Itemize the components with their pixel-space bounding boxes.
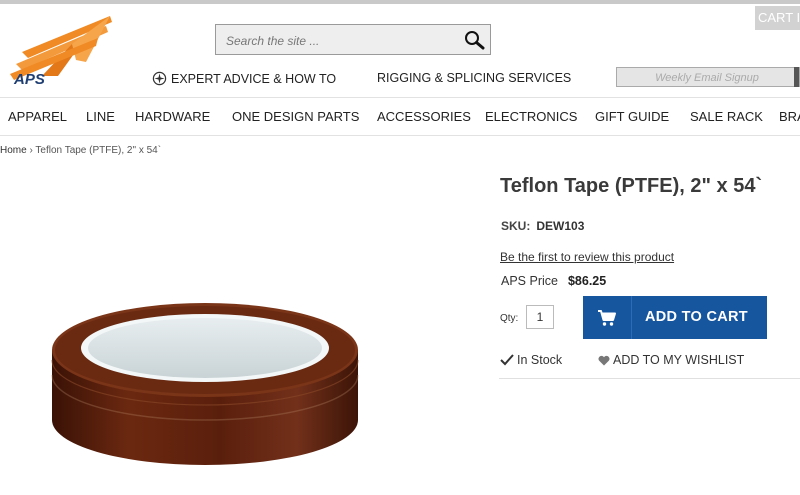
svg-text:APS: APS bbox=[13, 71, 45, 86]
add-to-cart-label: ADD TO CART bbox=[645, 309, 748, 325]
cart-button[interactable]: CART IS bbox=[755, 6, 800, 30]
review-link[interactable]: Be the first to review this product bbox=[500, 250, 674, 264]
nav-divider-bottom bbox=[0, 135, 800, 136]
nav-item-electronics[interactable]: ELECTRONICS bbox=[485, 109, 577, 124]
product-divider bbox=[499, 378, 800, 379]
product-title: Teflon Tape (PTFE), 2" x 54` bbox=[500, 175, 763, 197]
heart-icon bbox=[598, 355, 610, 365]
product-image[interactable] bbox=[30, 290, 380, 480]
wishlist-label: ADD TO MY WISHLIST bbox=[613, 353, 745, 367]
price-label: APS Price bbox=[501, 274, 558, 288]
price-value: $86.25 bbox=[567, 274, 607, 288]
sku: SKU: DEW103 bbox=[501, 219, 584, 233]
nav-item-gift-guide[interactable]: GIFT GUIDE bbox=[595, 109, 669, 124]
nav-item-line[interactable]: LINE bbox=[86, 109, 115, 124]
search-box bbox=[215, 24, 491, 55]
breadcrumb-current: Teflon Tape (PTFE), 2" x 54` bbox=[35, 145, 162, 156]
stock-label: In Stock bbox=[517, 353, 563, 367]
qty-input[interactable] bbox=[526, 305, 554, 329]
qty-label: Qty: bbox=[500, 313, 519, 324]
stock-status: In Stock bbox=[500, 353, 562, 367]
main-nav: APPAREL LINE HARDWARE ONE DESIGN PARTS A… bbox=[0, 97, 800, 135]
email-signup bbox=[616, 67, 800, 88]
sku-label: SKU: bbox=[501, 219, 531, 233]
cart-icon bbox=[583, 296, 632, 339]
email-signup-button[interactable] bbox=[794, 67, 799, 87]
nav-item-sale-rack[interactable]: SALE RACK bbox=[690, 109, 763, 124]
checkmark-icon bbox=[500, 354, 514, 366]
price: APS Price $86.25 bbox=[501, 274, 606, 288]
nav-item-hardware[interactable]: HARDWARE bbox=[135, 109, 210, 124]
nav-item-brands[interactable]: BRA bbox=[779, 109, 800, 124]
aps-logo[interactable]: APS bbox=[2, 14, 114, 86]
email-signup-input[interactable] bbox=[617, 68, 797, 88]
sku-value: DEW103 bbox=[536, 219, 585, 233]
nav-item-apparel[interactable]: APPAREL bbox=[8, 109, 67, 124]
add-to-cart-button[interactable]: ADD TO CART bbox=[583, 296, 767, 339]
compass-icon bbox=[152, 71, 167, 86]
expert-advice-link[interactable]: EXPERT ADVICE & HOW TO bbox=[152, 71, 336, 86]
nav-item-accessories[interactable]: ACCESSORIES bbox=[377, 109, 471, 124]
rigging-splicing-link[interactable]: RIGGING & SPLICING SERVICES bbox=[377, 71, 571, 85]
search-input[interactable] bbox=[224, 30, 448, 52]
nav-item-one-design-parts[interactable]: ONE DESIGN PARTS bbox=[232, 109, 359, 124]
wishlist-link[interactable]: ADD TO MY WISHLIST bbox=[598, 353, 744, 367]
top-border bbox=[0, 0, 800, 4]
breadcrumb-home[interactable]: Home bbox=[0, 145, 27, 156]
expert-advice-label: EXPERT ADVICE & HOW TO bbox=[171, 71, 337, 86]
breadcrumb: Home › Teflon Tape (PTFE), 2" x 54` bbox=[0, 145, 161, 156]
search-icon[interactable] bbox=[462, 28, 486, 52]
